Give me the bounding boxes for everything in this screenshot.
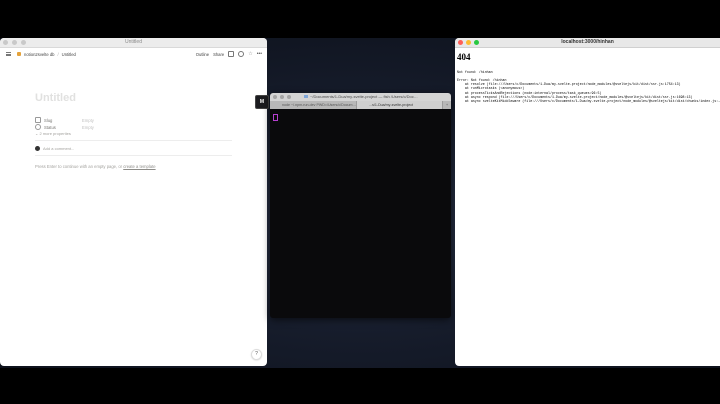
- browser-titlebar: localhost:3000/hinhan: [455, 38, 720, 48]
- terminal-window-controls: [273, 95, 291, 99]
- empty-page-hint: Press Enter to continue with an empty pa…: [35, 164, 156, 169]
- workspace-icon: [17, 52, 21, 56]
- terminal-window: ~/Documents/1-Dua/my-svelte-project — fi…: [270, 93, 451, 318]
- terminal-title: ~/Documents/1-Dua/my-svelte-project — fi…: [310, 94, 418, 99]
- property-status[interactable]: Status Empty: [35, 124, 94, 130]
- text-property-icon: [35, 117, 41, 123]
- new-tab-button[interactable]: +: [443, 101, 451, 109]
- minimize-button[interactable]: [12, 39, 17, 45]
- tab-fish-shell[interactable]: …s/1-Dua/my-svelte-project: [356, 101, 443, 109]
- browser-window: localhost:3000/hinhan 404 Not found: /hi…: [455, 38, 720, 366]
- close-button[interactable]: [273, 95, 277, 99]
- create-template-link[interactable]: create a template: [123, 164, 155, 169]
- divider: [35, 140, 232, 141]
- terminal-titlebar: ~/Documents/1-Dua/my-svelte-project — fi…: [270, 93, 451, 101]
- breadcrumb-workspace[interactable]: notion2svelte db: [24, 52, 55, 57]
- sidebar-toggle-icon[interactable]: [6, 52, 11, 56]
- divider: [35, 155, 232, 156]
- comments-icon[interactable]: [228, 51, 235, 57]
- property-value[interactable]: Empty: [82, 125, 94, 130]
- folder-icon: [304, 95, 308, 99]
- close-button[interactable]: [3, 39, 8, 45]
- minimize-button[interactable]: [280, 95, 284, 99]
- property-slug[interactable]: Slug Empty: [35, 117, 94, 123]
- error-message: Not found: /hinhan: [457, 70, 493, 74]
- help-button[interactable]: ?: [251, 349, 262, 360]
- notion-window-controls: [3, 39, 26, 45]
- breadcrumb-page[interactable]: Untitled: [62, 52, 76, 57]
- terminal-tabs: node ~/.npm-run-dev PWD=/Users/c/Docum… …: [270, 101, 451, 109]
- error-heading: 404: [457, 52, 471, 62]
- property-name: Slug: [44, 117, 53, 123]
- terminal-cursor[interactable]: [273, 114, 278, 121]
- comment-area[interactable]: Add a comment...: [35, 146, 74, 151]
- property-name: Status: [44, 124, 56, 130]
- zoom-button[interactable]: [287, 95, 291, 99]
- updates-icon[interactable]: [238, 51, 245, 57]
- page-title[interactable]: Untitled: [35, 92, 76, 104]
- notion-toolbar: notion2svelte db / Untitled Outline Shar…: [0, 49, 267, 59]
- error-stack-trace: Error: Not found: /hinhan at resolve (fi…: [457, 78, 720, 104]
- breadcrumb-separator: /: [57, 51, 59, 57]
- vscode-app-icon[interactable]: M: [255, 95, 269, 109]
- more-properties-label: 2 more properties: [39, 131, 71, 136]
- avatar: [35, 146, 40, 151]
- property-value[interactable]: Empty: [82, 118, 94, 123]
- zoom-button[interactable]: [21, 39, 26, 45]
- share-button[interactable]: Share: [213, 52, 224, 57]
- notion-titlebar: Untitled: [0, 38, 267, 48]
- breadcrumb: notion2svelte db / Untitled: [17, 52, 76, 57]
- comment-input[interactable]: Add a comment...: [43, 146, 74, 151]
- toolbar-actions: Outline Share ☆ •••: [196, 51, 262, 57]
- browser-window-controls: [458, 39, 479, 45]
- status-property-icon: [35, 124, 41, 130]
- hint-text: Press Enter to continue with an empty pa…: [35, 164, 123, 169]
- favorite-icon[interactable]: ☆: [248, 51, 252, 57]
- zoom-button[interactable]: [474, 39, 479, 45]
- minimize-button[interactable]: [466, 39, 471, 45]
- more-options-icon[interactable]: •••: [257, 51, 262, 57]
- desktop: Untitled notion2svelte db / Untitled Out…: [0, 38, 720, 368]
- more-properties-toggle[interactable]: ⌄ 2 more properties: [35, 131, 71, 136]
- close-button[interactable]: [458, 39, 463, 45]
- notion-window: Untitled notion2svelte db / Untitled Out…: [0, 38, 267, 366]
- notion-window-title: Untitled: [125, 39, 142, 45]
- tab-node-server[interactable]: node ~/.npm-run-dev PWD=/Users/c/Docum…: [270, 101, 357, 109]
- browser-title: localhost:3000/hinhan: [561, 39, 614, 45]
- outline-button[interactable]: Outline: [196, 52, 209, 57]
